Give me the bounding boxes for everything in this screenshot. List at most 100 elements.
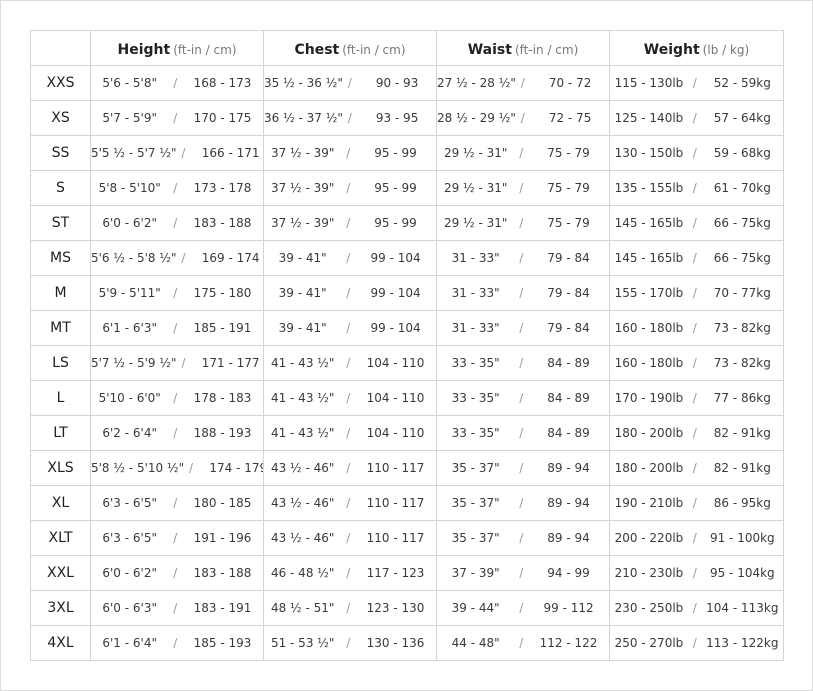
chest-imperial-value: 37 ½ - 39" [270, 181, 335, 195]
size-chart-table: Height (ft-in / cm) Chest (ft-in / cm) Wai… [30, 30, 784, 661]
column-header-chest: Chest (ft-in / cm) [263, 30, 437, 66]
chest-value-pair: 39 - 41" / 99 - 104 [265, 242, 436, 275]
waist-imperial-value: 33 - 35" [451, 356, 500, 370]
chest-imperial-value: 46 - 48 ½" [270, 566, 335, 580]
height-cell: 5'5 ½ - 5'7 ½" / 166 - 171 [90, 135, 264, 171]
weight-metric-value: 95 - 104kg [709, 566, 775, 580]
waist-value-pair: 33 - 35" / 84 - 89 [438, 347, 609, 380]
unit-separator: / [519, 146, 524, 160]
header-row: Height (ft-in / cm) Chest (ft-in / cm) Wai… [30, 30, 784, 66]
waist-metric-value: 79 - 84 [547, 251, 590, 265]
unit-separator: / [346, 181, 351, 195]
weight-metric-value: 57 - 64kg [713, 111, 771, 125]
height-value-pair: 6'2 - 6'4" / 188 - 193 [92, 417, 263, 450]
chest-imperial-value: 48 ½ - 51" [270, 601, 335, 615]
unit-separator: / [173, 496, 178, 510]
height-metric-value: 175 - 180 [193, 286, 252, 300]
waist-metric-value: 79 - 84 [547, 286, 590, 300]
weight-metric-value: 59 - 68kg [713, 146, 771, 160]
table-row: XL 6'3 - 6'5" / 180 - 185 43 ½ - 46" / 110 - 1… [30, 485, 784, 521]
waist-imperial-value: 33 - 35" [451, 391, 500, 405]
height-metric-value: 174 - 179 [209, 461, 264, 475]
chest-metric-value: 123 - 130 [366, 601, 425, 615]
chest-metric-value: 104 - 110 [366, 426, 425, 440]
waist-cell: 27 ½ - 28 ½" / 70 - 72 [436, 65, 610, 101]
unit-separator: / [519, 496, 524, 510]
height-imperial-value: 5'6 ½ - 5'8 ½" [91, 251, 177, 265]
waist-imperial-value: 35 - 37" [451, 496, 500, 510]
weight-imperial-value: 155 - 170lb [614, 286, 684, 300]
unit-separator: / [692, 111, 697, 125]
chest-value-pair: 36 ½ - 37 ½" / 93 - 95 [265, 102, 436, 135]
waist-value-pair: 31 - 33" / 79 - 84 [438, 312, 609, 345]
table-row: 3XL 6'0 - 6'3" / 183 - 191 48 ½ - 51" / 123 - … [30, 590, 784, 626]
height-imperial-value: 5'7 ½ - 5'9 ½" [91, 356, 177, 370]
unit-separator: / [346, 286, 351, 300]
size-label: MT [30, 310, 91, 346]
unit-separator: / [692, 426, 697, 440]
waist-imperial-value: 39 - 44" [451, 601, 500, 615]
weight-value-pair: 230 - 250lb / 104 - 113kg [611, 592, 783, 625]
height-imperial-value: 6'3 - 6'5" [102, 496, 157, 510]
unit-separator: / [173, 321, 178, 335]
unit-separator: / [173, 216, 178, 230]
weight-cell: 125 - 140lb / 57 - 64kg [609, 100, 784, 136]
waist-metric-value: 94 - 99 [547, 566, 590, 580]
waist-value-pair: 31 - 33" / 79 - 84 [438, 242, 609, 275]
weight-metric-value: 86 - 95kg [713, 496, 771, 510]
height-metric-value: 171 - 177 [201, 356, 260, 370]
waist-value-pair: 28 ½ - 29 ½" / 72 - 75 [437, 102, 609, 135]
unit-separator: / [692, 286, 697, 300]
unit-separator: / [346, 566, 351, 580]
weight-metric-value: 82 - 91kg [713, 461, 771, 475]
waist-value-pair: 31 - 33" / 79 - 84 [438, 277, 609, 310]
table-row: LS 5'7 ½ - 5'9 ½" / 171 - 177 41 - 43 ½" / 104… [30, 345, 784, 381]
waist-cell: 44 - 48" / 112 - 122 [436, 625, 610, 661]
height-imperial-value: 6'2 - 6'4" [102, 426, 157, 440]
header-label: Height [117, 41, 171, 58]
unit-separator: / [173, 531, 178, 545]
weight-cell: 115 - 130lb / 52 - 59kg [609, 65, 784, 101]
weight-cell: 145 - 165lb / 66 - 75kg [609, 205, 784, 241]
weight-cell: 135 - 155lb / 61 - 70kg [609, 170, 784, 206]
column-header-waist: Waist (ft-in / cm) [436, 30, 610, 66]
chest-imperial-value: 35 ½ - 36 ½" [264, 76, 343, 90]
unit-separator: / [519, 461, 524, 475]
unit-separator: / [346, 636, 351, 650]
chest-metric-value: 90 - 93 [375, 76, 419, 90]
chest-value-pair: 43 ½ - 46" / 110 - 117 [265, 452, 436, 485]
waist-imperial-value: 35 - 37" [451, 461, 500, 475]
height-cell: 6'1 - 6'3" / 185 - 191 [90, 310, 264, 346]
weight-cell: 200 - 220lb / 91 - 100kg [609, 520, 784, 556]
weight-cell: 160 - 180lb / 73 - 82kg [609, 345, 784, 381]
height-value-pair: 5'7 - 5'9" / 170 - 175 [92, 102, 263, 135]
chest-metric-value: 117 - 123 [366, 566, 425, 580]
chest-value-pair: 35 ½ - 36 ½" / 90 - 93 [264, 67, 436, 100]
unit-separator: / [346, 531, 351, 545]
chest-imperial-value: 41 - 43 ½" [270, 356, 335, 370]
waist-value-pair: 35 - 37" / 89 - 94 [438, 522, 609, 555]
waist-cell: 33 - 35" / 84 - 89 [436, 345, 610, 381]
unit-separator: / [346, 356, 351, 370]
chest-metric-value: 110 - 117 [366, 496, 425, 510]
weight-imperial-value: 135 - 155lb [614, 181, 684, 195]
waist-metric-value: 75 - 79 [547, 146, 590, 160]
height-cell: 6'0 - 6'2" / 183 - 188 [90, 205, 264, 241]
waist-value-pair: 44 - 48" / 112 - 122 [438, 627, 609, 660]
height-metric-value: 188 - 193 [193, 426, 252, 440]
height-imperial-value: 6'1 - 6'4" [102, 636, 157, 650]
weight-cell: 210 - 230lb / 95 - 104kg [609, 555, 784, 591]
table-row: MS 5'6 ½ - 5'8 ½" / 169 - 174 39 - 41" / 99 - … [30, 240, 784, 276]
height-cell: 6'0 - 6'2" / 183 - 188 [90, 555, 264, 591]
unit-separator: / [173, 391, 178, 405]
waist-imperial-value: 28 ½ - 29 ½" [437, 111, 516, 125]
waist-imperial-value: 37 - 39" [451, 566, 500, 580]
height-imperial-value: 6'3 - 6'5" [102, 531, 157, 545]
size-label: L [30, 380, 91, 416]
height-value-pair: 6'3 - 6'5" / 191 - 196 [92, 522, 263, 555]
height-metric-value: 185 - 193 [193, 636, 252, 650]
weight-metric-value: 73 - 82kg [713, 321, 771, 335]
height-metric-value: 166 - 171 [201, 146, 260, 160]
height-value-pair: 5'6 - 5'8" / 168 - 173 [92, 67, 263, 100]
table-body: XXS 5'6 - 5'8" / 168 - 173 35 ½ - 36 ½" / 90 -… [30, 65, 784, 661]
